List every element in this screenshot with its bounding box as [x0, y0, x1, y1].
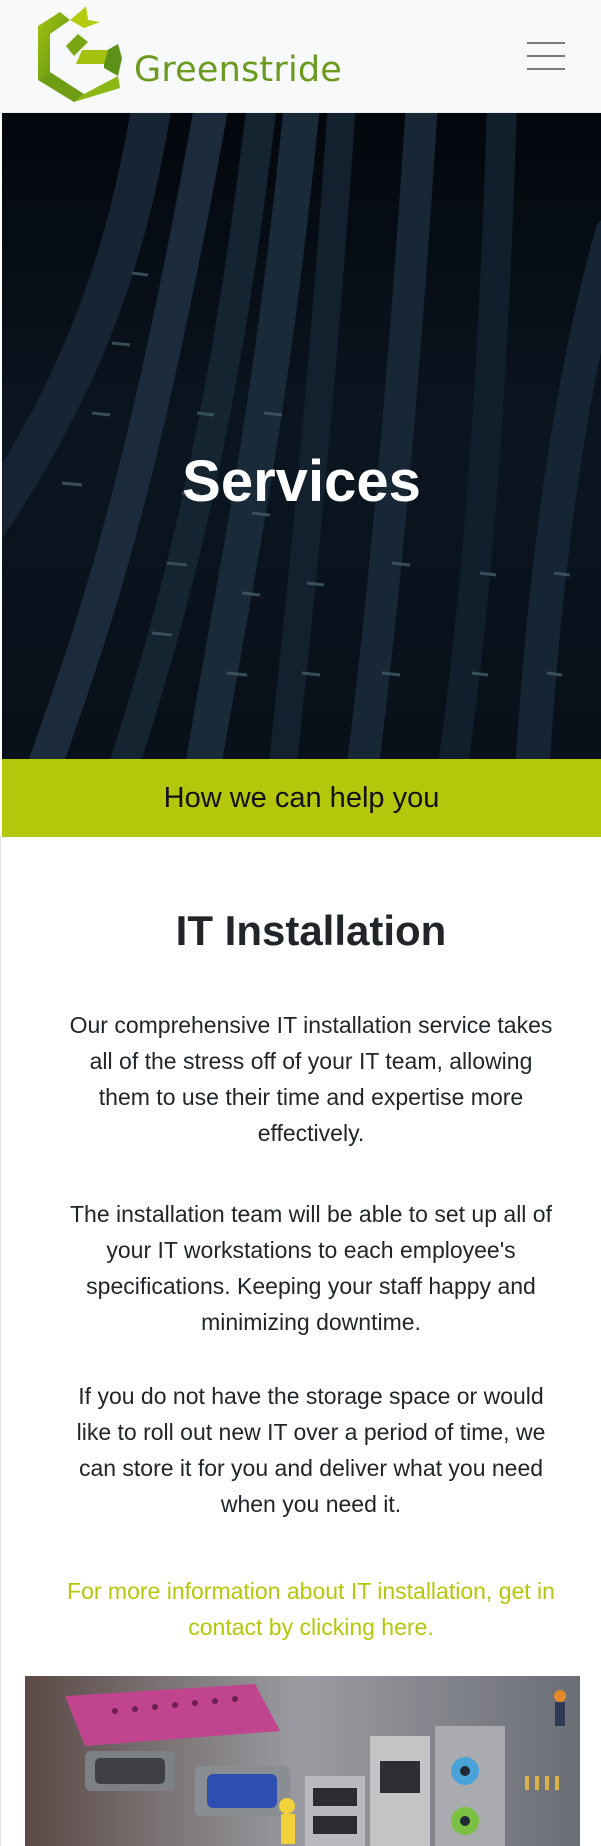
contact-link[interactable]: For more information about IT installati… — [64, 1573, 558, 1645]
section-banner: How we can help you — [2, 759, 601, 837]
brand-logo-link[interactable]: Greenstride — [30, 6, 342, 106]
navbar: Greenstride — [0, 0, 601, 113]
motherboard-ports-image — [25, 1676, 580, 1846]
page: Greenstride Services How we can help you… — [0, 0, 601, 1846]
left-border-divider — [0, 837, 1, 1846]
hero-cables-background-image — [2, 113, 601, 759]
it-installation-photo — [25, 1676, 580, 1846]
brand-name: Greenstride — [134, 50, 343, 90]
hamburger-menu-icon — [527, 42, 565, 44]
menu-toggle-button[interactable] — [520, 38, 572, 76]
service-paragraph-2: The installation team will be able to se… — [70, 1201, 552, 1335]
section-banner-text: How we can help you — [163, 781, 440, 814]
greenstride-logo-icon — [38, 6, 122, 102]
service-title: IT Installation — [175, 907, 447, 954]
service-paragraph-1: Our comprehensive IT installation servic… — [69, 1012, 553, 1146]
hero-banner: Services — [2, 113, 601, 759]
page-title: Services — [182, 449, 421, 514]
service-paragraph-3: If you do not have the storage space or … — [76, 1383, 546, 1517]
